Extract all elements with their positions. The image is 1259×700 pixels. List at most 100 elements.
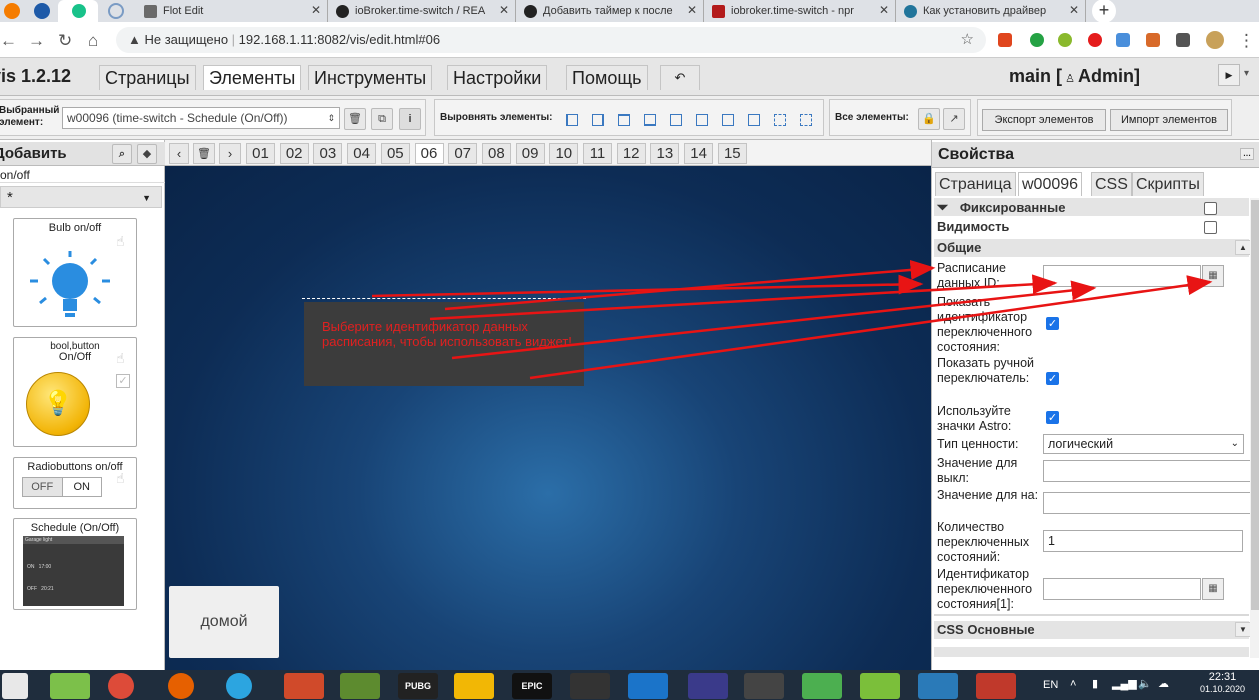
external-button[interactable]: ↗ [943, 108, 965, 130]
astro-checkbox[interactable]: ✓ [1046, 411, 1059, 424]
copy-button[interactable]: ⧉ [371, 108, 393, 130]
widget-card-bool-button[interactable]: bool,button On/Off ☝ ✓ 💡 [13, 337, 137, 447]
align-center-v-icon[interactable] [696, 114, 708, 126]
selected-element-select[interactable]: w00096 (time-switch - Schedule (On/Off))… [62, 107, 340, 129]
signal-icon[interactable]: ▂▄▆ [1112, 677, 1137, 690]
section-css-basic[interactable]: CSS Основные ▼ [934, 621, 1251, 639]
visibility-checkbox[interactable] [1204, 221, 1217, 234]
widget-card-schedule[interactable]: Schedule (On/Off) Garage light ON 17:00 … [13, 518, 137, 610]
time-switch-widget[interactable]: Выберите идентификатор данных расписания… [302, 298, 586, 386]
page-button-12[interactable]: 12 [616, 143, 646, 164]
page-button-10[interactable]: 10 [549, 143, 579, 164]
chevron-up-icon[interactable]: ˄ [1070, 678, 1076, 690]
info-button[interactable]: i [399, 108, 421, 130]
translate-icon[interactable] [1116, 33, 1130, 47]
home-icon[interactable]: ⌂ [88, 31, 98, 51]
same-height-icon[interactable] [800, 114, 812, 126]
show-manual-checkbox[interactable]: ✓ [1046, 372, 1059, 385]
tab-driver-install[interactable]: Как установить драйвер ✕ [896, 0, 1086, 22]
start-icon[interactable] [2, 673, 28, 699]
chrome-icon[interactable] [108, 673, 134, 699]
clock[interactable]: 22:31 01.10.2020 [1200, 671, 1245, 695]
chevron-up-icon[interactable]: ▲ [1235, 240, 1251, 255]
distribute-v-icon[interactable] [748, 114, 760, 126]
cloud-icon[interactable]: ☁ [1158, 677, 1169, 690]
profile-avatar[interactable] [1206, 31, 1224, 49]
section-common[interactable]: Общие ▲ [934, 239, 1251, 257]
page-button-07[interactable]: 07 [448, 143, 478, 164]
tab-widget[interactable]: w00096 [1018, 172, 1083, 196]
chevron-down-icon[interactable]: ▼ [1235, 622, 1251, 637]
menu-tools[interactable]: Инструменты [308, 65, 433, 90]
category-select[interactable]: * ▼ [0, 186, 162, 208]
rockstar-icon[interactable] [454, 673, 494, 699]
page-button-14[interactable]: 14 [684, 143, 714, 164]
tab-github-readme[interactable]: ioBroker.time-switch / REA ✕ [328, 0, 516, 22]
properties-scrollbar[interactable] [1250, 198, 1259, 658]
edit-canvas[interactable]: Выберите идентификатор данных расписания… [165, 166, 931, 670]
page-button-13[interactable]: 13 [650, 143, 680, 164]
page-button-01[interactable]: 01 [246, 143, 275, 164]
close-icon[interactable]: ✕ [1069, 3, 1079, 17]
page-button-04[interactable]: 04 [347, 143, 377, 164]
pinned-tab-active[interactable] [58, 0, 98, 22]
page-button-08[interactable]: 08 [481, 143, 511, 164]
pubg-icon[interactable]: PUBG [398, 673, 438, 699]
app-icon[interactable] [802, 673, 842, 699]
align-right-icon[interactable] [592, 114, 604, 126]
select-state-button[interactable]: ▦ [1202, 578, 1224, 600]
utorrent-icon[interactable] [860, 673, 900, 699]
schedule-id-input[interactable] [1043, 265, 1201, 287]
delete-page-button[interactable]: 🗑 [193, 143, 215, 164]
minecraft-icon[interactable] [340, 673, 380, 699]
widget-card-bulb[interactable]: Bulb on/off ☝ [13, 218, 137, 327]
delete-button[interactable]: 🗑 [344, 108, 366, 130]
widget-card-radiobuttons[interactable]: Radiobuttons on/off ☝ OFF ON [13, 457, 137, 509]
tab-iobroker-npm[interactable]: iobroker.time-switch - npr ✕ [704, 0, 896, 22]
shield-icon[interactable] [1030, 33, 1044, 47]
volume-icon[interactable]: 🔈 [1138, 677, 1152, 690]
opera-icon[interactable] [1088, 33, 1102, 47]
state-id-input[interactable] [1043, 578, 1201, 600]
page-button-06[interactable]: 06 [414, 143, 444, 164]
network-icon[interactable]: ▮ [1092, 677, 1098, 690]
menu-pages[interactable]: Страницы [99, 65, 196, 90]
epic-games-icon[interactable]: EPIC [512, 673, 552, 699]
app-icon[interactable] [976, 673, 1016, 699]
tab-flot-edit[interactable]: Flot Edit ✕ [136, 0, 328, 22]
lock-button[interactable]: 🔒 [918, 108, 940, 130]
back-icon[interactable]: ← [0, 31, 17, 51]
app-icon[interactable] [918, 673, 958, 699]
star-icon[interactable]: ☆ [961, 27, 974, 53]
states-count-input[interactable]: 1 ▲▼ [1043, 530, 1259, 552]
align-center-h-icon[interactable] [670, 114, 682, 126]
on-value-input[interactable] [1043, 492, 1259, 514]
prev-page-button[interactable]: ‹ [169, 143, 189, 164]
app-icon[interactable] [50, 673, 90, 699]
menu-elements[interactable]: Элементы [203, 65, 302, 90]
filter-input[interactable]: on/off [0, 167, 165, 183]
section-fixed[interactable]: ⏷ Фиксированные [934, 198, 1249, 216]
page-button-05[interactable]: 05 [380, 143, 410, 164]
tag-button[interactable]: ◆ [137, 144, 157, 164]
select-id-button[interactable]: ▦ [1202, 265, 1224, 287]
menu-help[interactable]: Помощь [566, 65, 648, 90]
collapse-button[interactable]: … [1240, 148, 1254, 160]
search-button[interactable]: ⌕ [112, 144, 132, 164]
same-width-icon[interactable] [774, 114, 786, 126]
app-icon[interactable] [688, 673, 728, 699]
info-icon[interactable] [34, 3, 50, 19]
tab-scripts[interactable]: Скрипты [1132, 172, 1204, 196]
align-top-icon[interactable] [618, 114, 630, 126]
page-button-15[interactable]: 15 [717, 143, 747, 164]
new-tab-button[interactable]: + [1092, 0, 1116, 23]
extension-icon[interactable] [1146, 33, 1160, 47]
url-bar[interactable]: ▲ Не защищено | 192.168.1.11:8082/vis/ed… [116, 27, 986, 53]
page-button-03[interactable]: 03 [313, 143, 343, 164]
align-left-icon[interactable] [566, 114, 578, 126]
scroll-thumb[interactable] [1251, 200, 1259, 610]
value-type-select[interactable]: логический ⌄ [1043, 434, 1244, 454]
import-elements-button[interactable]: Импорт элементов [1110, 109, 1228, 131]
close-icon[interactable]: ✕ [879, 3, 889, 17]
chevron-down-icon[interactable]: ▾ [1244, 68, 1249, 79]
